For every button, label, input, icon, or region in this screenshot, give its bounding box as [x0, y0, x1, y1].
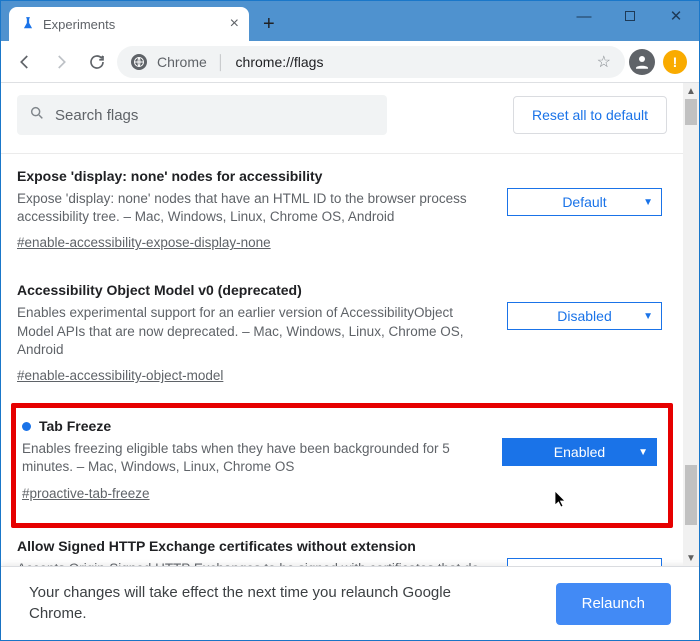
search-icon — [29, 105, 45, 126]
url-text: chrome://flags — [236, 54, 324, 70]
flag-select[interactable]: Enabled ▼ — [502, 438, 657, 466]
search-placeholder: Search flags — [55, 107, 138, 124]
flag-title: Tab Freeze — [22, 418, 482, 434]
url-scheme-label: Chrome — [157, 54, 207, 70]
browser-toolbar: Chrome │ chrome://flags ☆ ! — [1, 41, 699, 83]
address-bar[interactable]: Chrome │ chrome://flags ☆ — [117, 46, 625, 78]
chevron-down-icon: ▼ — [643, 197, 653, 208]
flag-select[interactable]: Disabled ▼ — [507, 302, 662, 330]
flag-select[interactable]: Default ▼ — [507, 188, 662, 216]
reload-button[interactable] — [81, 46, 113, 78]
titlebar: Experiments × + — ✕ — [1, 1, 699, 41]
relaunch-footer: Your changes will take effect the next t… — [1, 566, 699, 640]
flag-select[interactable]: Default ▼ — [507, 558, 662, 566]
close-tab-icon[interactable]: × — [230, 16, 239, 32]
flag-anchor-link[interactable]: #proactive-tab-freeze — [22, 486, 150, 501]
scroll-up-icon[interactable]: ▲ — [683, 83, 699, 99]
back-button[interactable] — [9, 46, 41, 78]
reset-all-button[interactable]: Reset all to default — [513, 96, 667, 134]
url-separator: │ — [217, 54, 226, 70]
forward-button[interactable] — [45, 46, 77, 78]
bookmark-star-icon[interactable]: ☆ — [597, 52, 611, 72]
relaunch-button[interactable]: Relaunch — [556, 583, 671, 625]
flag-description: Expose 'display: none' nodes that have a… — [17, 190, 487, 226]
flag-item: Allow Signed HTTP Exchange certificates … — [17, 534, 667, 566]
window-controls: — ✕ — [561, 1, 699, 31]
new-tab-button[interactable]: + — [249, 7, 289, 41]
scrollbar-thumb[interactable] — [685, 99, 697, 125]
vertical-scrollbar[interactable]: ▲ ▼ — [683, 83, 699, 566]
flag-title: Expose 'display: none' nodes for accessi… — [17, 168, 487, 184]
flag-description: Enables freezing eligible tabs when they… — [22, 440, 482, 476]
flag-anchor-link[interactable]: #enable-accessibility-expose-display-non… — [17, 235, 271, 250]
flag-description: Enables experimental support for an earl… — [17, 304, 487, 359]
page-content: Search flags Reset all to default Expose… — [1, 83, 699, 566]
flag-title: Accessibility Object Model v0 (deprecate… — [17, 282, 487, 298]
chevron-down-icon: ▼ — [643, 311, 653, 322]
browser-tab[interactable]: Experiments × — [9, 7, 249, 41]
search-flags-input[interactable]: Search flags — [17, 95, 387, 135]
flag-title: Allow Signed HTTP Exchange certificates … — [17, 538, 487, 554]
scrollbar-thumb[interactable] — [685, 465, 697, 525]
close-window-button[interactable]: ✕ — [653, 1, 699, 31]
footer-message: Your changes will take effect the next t… — [29, 583, 499, 624]
highlight-box: Tab Freeze Enables freezing eligible tab… — [11, 403, 673, 527]
scroll-down-icon[interactable]: ▼ — [683, 550, 699, 566]
profile-avatar[interactable] — [629, 49, 655, 75]
flag-description: Accepts Origin-Signed HTTP Exchanges to … — [17, 560, 487, 566]
tab-title: Experiments — [43, 17, 222, 32]
minimize-button[interactable]: — — [561, 1, 607, 31]
site-info-icon[interactable] — [131, 54, 147, 70]
flag-item: Expose 'display: none' nodes for accessi… — [17, 154, 667, 268]
flask-icon — [21, 16, 35, 33]
flag-anchor-link[interactable]: #enable-accessibility-object-model — [17, 368, 223, 383]
modified-dot-icon — [22, 422, 31, 431]
maximize-button[interactable] — [607, 1, 653, 31]
chevron-down-icon: ▼ — [638, 447, 648, 458]
menu-warning-icon[interactable]: ! — [663, 50, 687, 74]
cursor-icon — [554, 490, 568, 513]
flag-item: Accessibility Object Model v0 (deprecate… — [17, 268, 667, 401]
